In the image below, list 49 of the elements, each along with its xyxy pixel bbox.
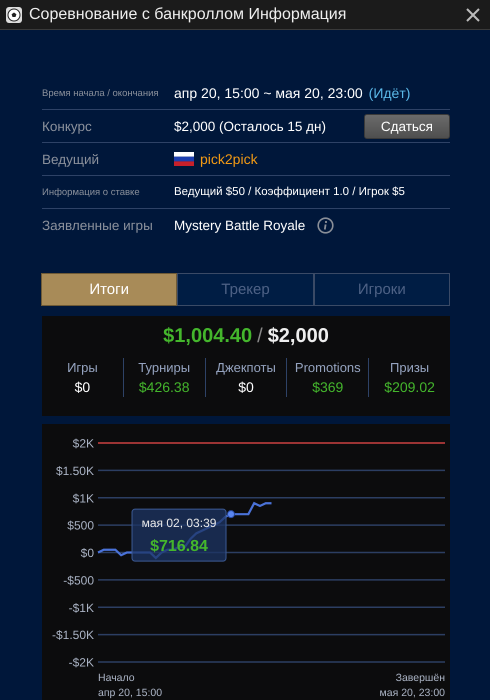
axis-label: -$2K xyxy=(68,656,94,670)
separator: / xyxy=(257,325,263,348)
stat-value: $0 xyxy=(74,379,90,395)
axis-label: $500 xyxy=(67,518,94,533)
stat-value: $369 xyxy=(312,379,344,395)
axis-label: $2K xyxy=(72,436,94,450)
tab[interactable]: Итоги xyxy=(41,273,178,306)
current-amount: $1,004.40 xyxy=(163,325,252,348)
stat-value: $0 xyxy=(238,379,254,395)
target-amount: $2,000 xyxy=(268,325,329,348)
field-label: Время начала / окончания xyxy=(42,88,160,98)
ball-icon xyxy=(6,6,22,22)
data-point xyxy=(227,510,236,518)
info-icon[interactable] xyxy=(317,216,334,234)
field-label: Заявленные игры xyxy=(42,218,154,232)
field-label: Информация о ставке xyxy=(42,186,141,198)
field-label: Ведущий xyxy=(42,152,100,166)
axis-caption: Начало xyxy=(98,672,135,684)
stake-info: Ведущий $50 / Коэффициент 1.0 / Игрок $5 xyxy=(174,186,405,198)
axis-label: $1.50K xyxy=(56,464,94,478)
stat-value: $426.38 xyxy=(138,379,190,395)
stat-label: Promotions xyxy=(294,360,361,375)
stat-value: $209.02 xyxy=(384,379,435,395)
tooltip-value: $716.84 xyxy=(150,538,208,556)
stat-label: Призы xyxy=(390,360,430,375)
axis-label: -$500 xyxy=(63,573,94,588)
status-text: (Идёт) xyxy=(368,85,410,101)
end-date: мая 20, 23:00 xyxy=(380,687,445,699)
tab[interactable]: Трекер xyxy=(177,273,314,306)
surrender-button[interactable]: Сдаться xyxy=(364,114,450,138)
tab[interactable]: Игроки xyxy=(314,273,450,306)
window-title: Соревнование с банкроллом Информация xyxy=(29,6,348,24)
flag-icon xyxy=(174,152,194,166)
game-name: Mystery Battle Royale xyxy=(174,218,306,232)
axis-label: $0 xyxy=(80,546,94,560)
axis-label: $1K xyxy=(72,491,94,506)
tooltip-date: мая 02, 03:39 xyxy=(142,516,216,530)
stat-label: Турниры xyxy=(138,360,190,375)
axis-caption: Завершён xyxy=(396,672,445,684)
stat-label: Игры xyxy=(67,360,98,375)
close-icon[interactable] xyxy=(465,6,481,22)
stat-label: Джекпоты xyxy=(216,360,276,375)
host-name[interactable]: pick2pick xyxy=(200,151,258,167)
prize-text: $2,000 (Осталось 15 дн) xyxy=(174,118,326,134)
date-range: апр 20, 15:00 ~ мая 20, 23:00 xyxy=(174,85,363,101)
axis-label: -$1K xyxy=(68,600,94,615)
start-date: апр 20, 15:00 xyxy=(98,687,162,699)
axis-label: -$1.50K xyxy=(52,628,94,642)
field-label: Конкурс xyxy=(42,118,93,134)
